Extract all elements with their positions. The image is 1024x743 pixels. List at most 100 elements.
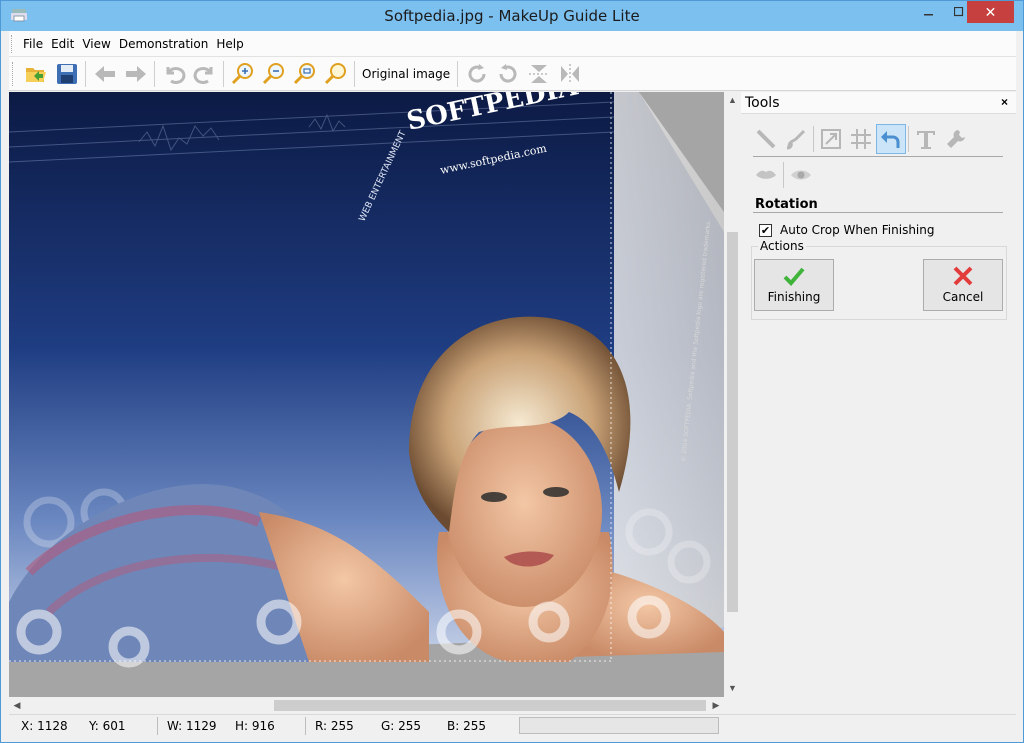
rotation-tool-button[interactable]	[876, 124, 906, 154]
cross-icon	[953, 266, 973, 286]
close-button[interactable]: ✕	[967, 1, 1014, 23]
save-icon	[56, 63, 77, 84]
horizontal-scrollbar[interactable]: ◀ ▶	[9, 697, 724, 714]
status-progress	[519, 717, 719, 734]
status-b: B: 255	[447, 719, 486, 733]
eye	[543, 487, 569, 497]
pencil-icon	[756, 129, 776, 149]
eye-tool-button[interactable]	[786, 160, 816, 190]
tool-row-divider	[753, 156, 1003, 157]
zoom-in-button[interactable]	[227, 60, 258, 88]
toolbar-separator	[85, 60, 86, 87]
redo-button[interactable]	[189, 60, 220, 88]
menu-help[interactable]: Help	[212, 37, 247, 51]
undo-icon	[166, 66, 185, 84]
text-tool-button[interactable]	[911, 124, 941, 154]
grid-tool-button[interactable]	[846, 124, 876, 154]
tool-separator	[783, 162, 784, 188]
cancel-button[interactable]: Cancel	[923, 259, 1003, 311]
zoom-out-button[interactable]	[258, 60, 289, 88]
zoom-actual-icon	[324, 62, 346, 84]
flip-vertical-icon	[528, 64, 549, 83]
eye	[481, 492, 507, 502]
resize-icon	[821, 129, 841, 149]
zoom-out-icon	[262, 62, 284, 84]
rotate-left-button[interactable]	[492, 60, 523, 88]
scroll-left-icon[interactable]: ◀	[9, 697, 25, 714]
zoom-in-icon	[231, 62, 253, 84]
open-button[interactable]	[20, 60, 51, 88]
menu-grip[interactable]	[11, 34, 15, 53]
status-g: G: 255	[381, 719, 422, 733]
zoom-fit-button[interactable]	[289, 60, 320, 88]
actions-group: Actions Finishing Cancel	[751, 239, 1007, 320]
tool-row-2	[751, 160, 816, 190]
window-title: Softpedia.jpg - MakeUp Guide Lite	[384, 7, 640, 25]
save-button[interactable]	[51, 60, 82, 88]
actions-label: Actions	[758, 239, 806, 253]
scroll-right-icon[interactable]: ▶	[708, 697, 724, 714]
image-canvas[interactable]: SOFTPEDIA www.softpedia.com WEB ENTERTAI…	[9, 92, 724, 697]
text-icon	[917, 131, 935, 149]
toolbar: Original image	[9, 57, 1016, 91]
title-bar[interactable]: Softpedia.jpg - MakeUp Guide Lite ✕	[1, 1, 1023, 31]
flip-vertical-button[interactable]	[523, 60, 554, 88]
lips-tool-button[interactable]	[751, 160, 781, 190]
zoom-fit-icon	[293, 62, 315, 84]
status-separator	[305, 717, 306, 735]
pencil-tool-button[interactable]	[751, 124, 781, 154]
status-separator	[157, 717, 158, 735]
app-window: Softpedia.jpg - MakeUp Guide Lite ✕ File…	[0, 0, 1024, 743]
menu-file[interactable]: File	[19, 37, 47, 51]
auto-crop-checkbox[interactable]: ✔	[759, 223, 772, 237]
eye-icon	[791, 170, 811, 180]
zoom-actual-button[interactable]	[320, 60, 351, 88]
tool-separator	[813, 126, 814, 152]
forward-button[interactable]	[120, 60, 151, 88]
toolbar-separator	[223, 60, 224, 87]
checkmark-icon	[783, 267, 805, 286]
open-icon	[25, 67, 46, 82]
status-w: W: 1129	[167, 719, 217, 733]
menu-view[interactable]: View	[78, 37, 114, 51]
wrench-tool-button[interactable]	[941, 124, 971, 154]
resize-tool-button[interactable]	[816, 124, 846, 154]
status-r: R: 255	[315, 719, 354, 733]
rotation-divider	[753, 212, 1003, 213]
forward-arrow-icon	[125, 65, 146, 82]
back-arrow-icon	[94, 65, 115, 82]
horizontal-scroll-thumb[interactable]	[274, 700, 706, 711]
scroll-down-icon[interactable]: ▼	[724, 680, 741, 696]
minimize-button[interactable]	[915, 1, 943, 23]
original-image-button[interactable]: Original image	[358, 67, 454, 81]
close-icon: ✕	[984, 3, 997, 20]
status-x: X: 1128	[21, 719, 68, 733]
toolbar-grip[interactable]	[12, 61, 16, 86]
photo[interactable]: SOFTPEDIA www.softpedia.com WEB ENTERTAI…	[9, 92, 724, 697]
auto-crop-row[interactable]: ✔ Auto Crop When Finishing	[759, 223, 935, 237]
scroll-up-icon[interactable]: ▲	[724, 92, 741, 108]
auto-crop-label: Auto Crop When Finishing	[780, 223, 935, 237]
finishing-button[interactable]: Finishing	[754, 259, 834, 311]
toolbar-separator	[354, 60, 355, 87]
brush-tool-button[interactable]	[781, 124, 811, 154]
back-button[interactable]	[89, 60, 120, 88]
tools-close-icon[interactable]: ×	[1001, 95, 1008, 109]
toolbar-separator	[154, 60, 155, 87]
rotation-section-title: Rotation	[755, 197, 818, 212]
redo-icon	[193, 66, 212, 84]
tool-row-1	[751, 124, 971, 154]
menu-edit[interactable]: Edit	[47, 37, 78, 51]
menu-demonstration[interactable]: Demonstration	[115, 37, 213, 51]
undo-button[interactable]	[158, 60, 189, 88]
menu-bar: File Edit View Demonstration Help	[9, 31, 1016, 57]
status-bar: X: 1128 Y: 601 W: 1129 H: 916 R: 255 G: …	[9, 714, 1016, 736]
vertical-scrollbar[interactable]: ▲ ▼	[724, 92, 741, 697]
tool-separator	[908, 126, 909, 152]
rotate-right-button[interactable]	[461, 60, 492, 88]
vertical-scroll-thumb[interactable]	[727, 232, 738, 612]
brush-icon	[786, 129, 806, 150]
flip-horizontal-button[interactable]	[554, 60, 585, 88]
tools-header: Tools ×	[741, 92, 1016, 114]
face	[446, 417, 602, 607]
